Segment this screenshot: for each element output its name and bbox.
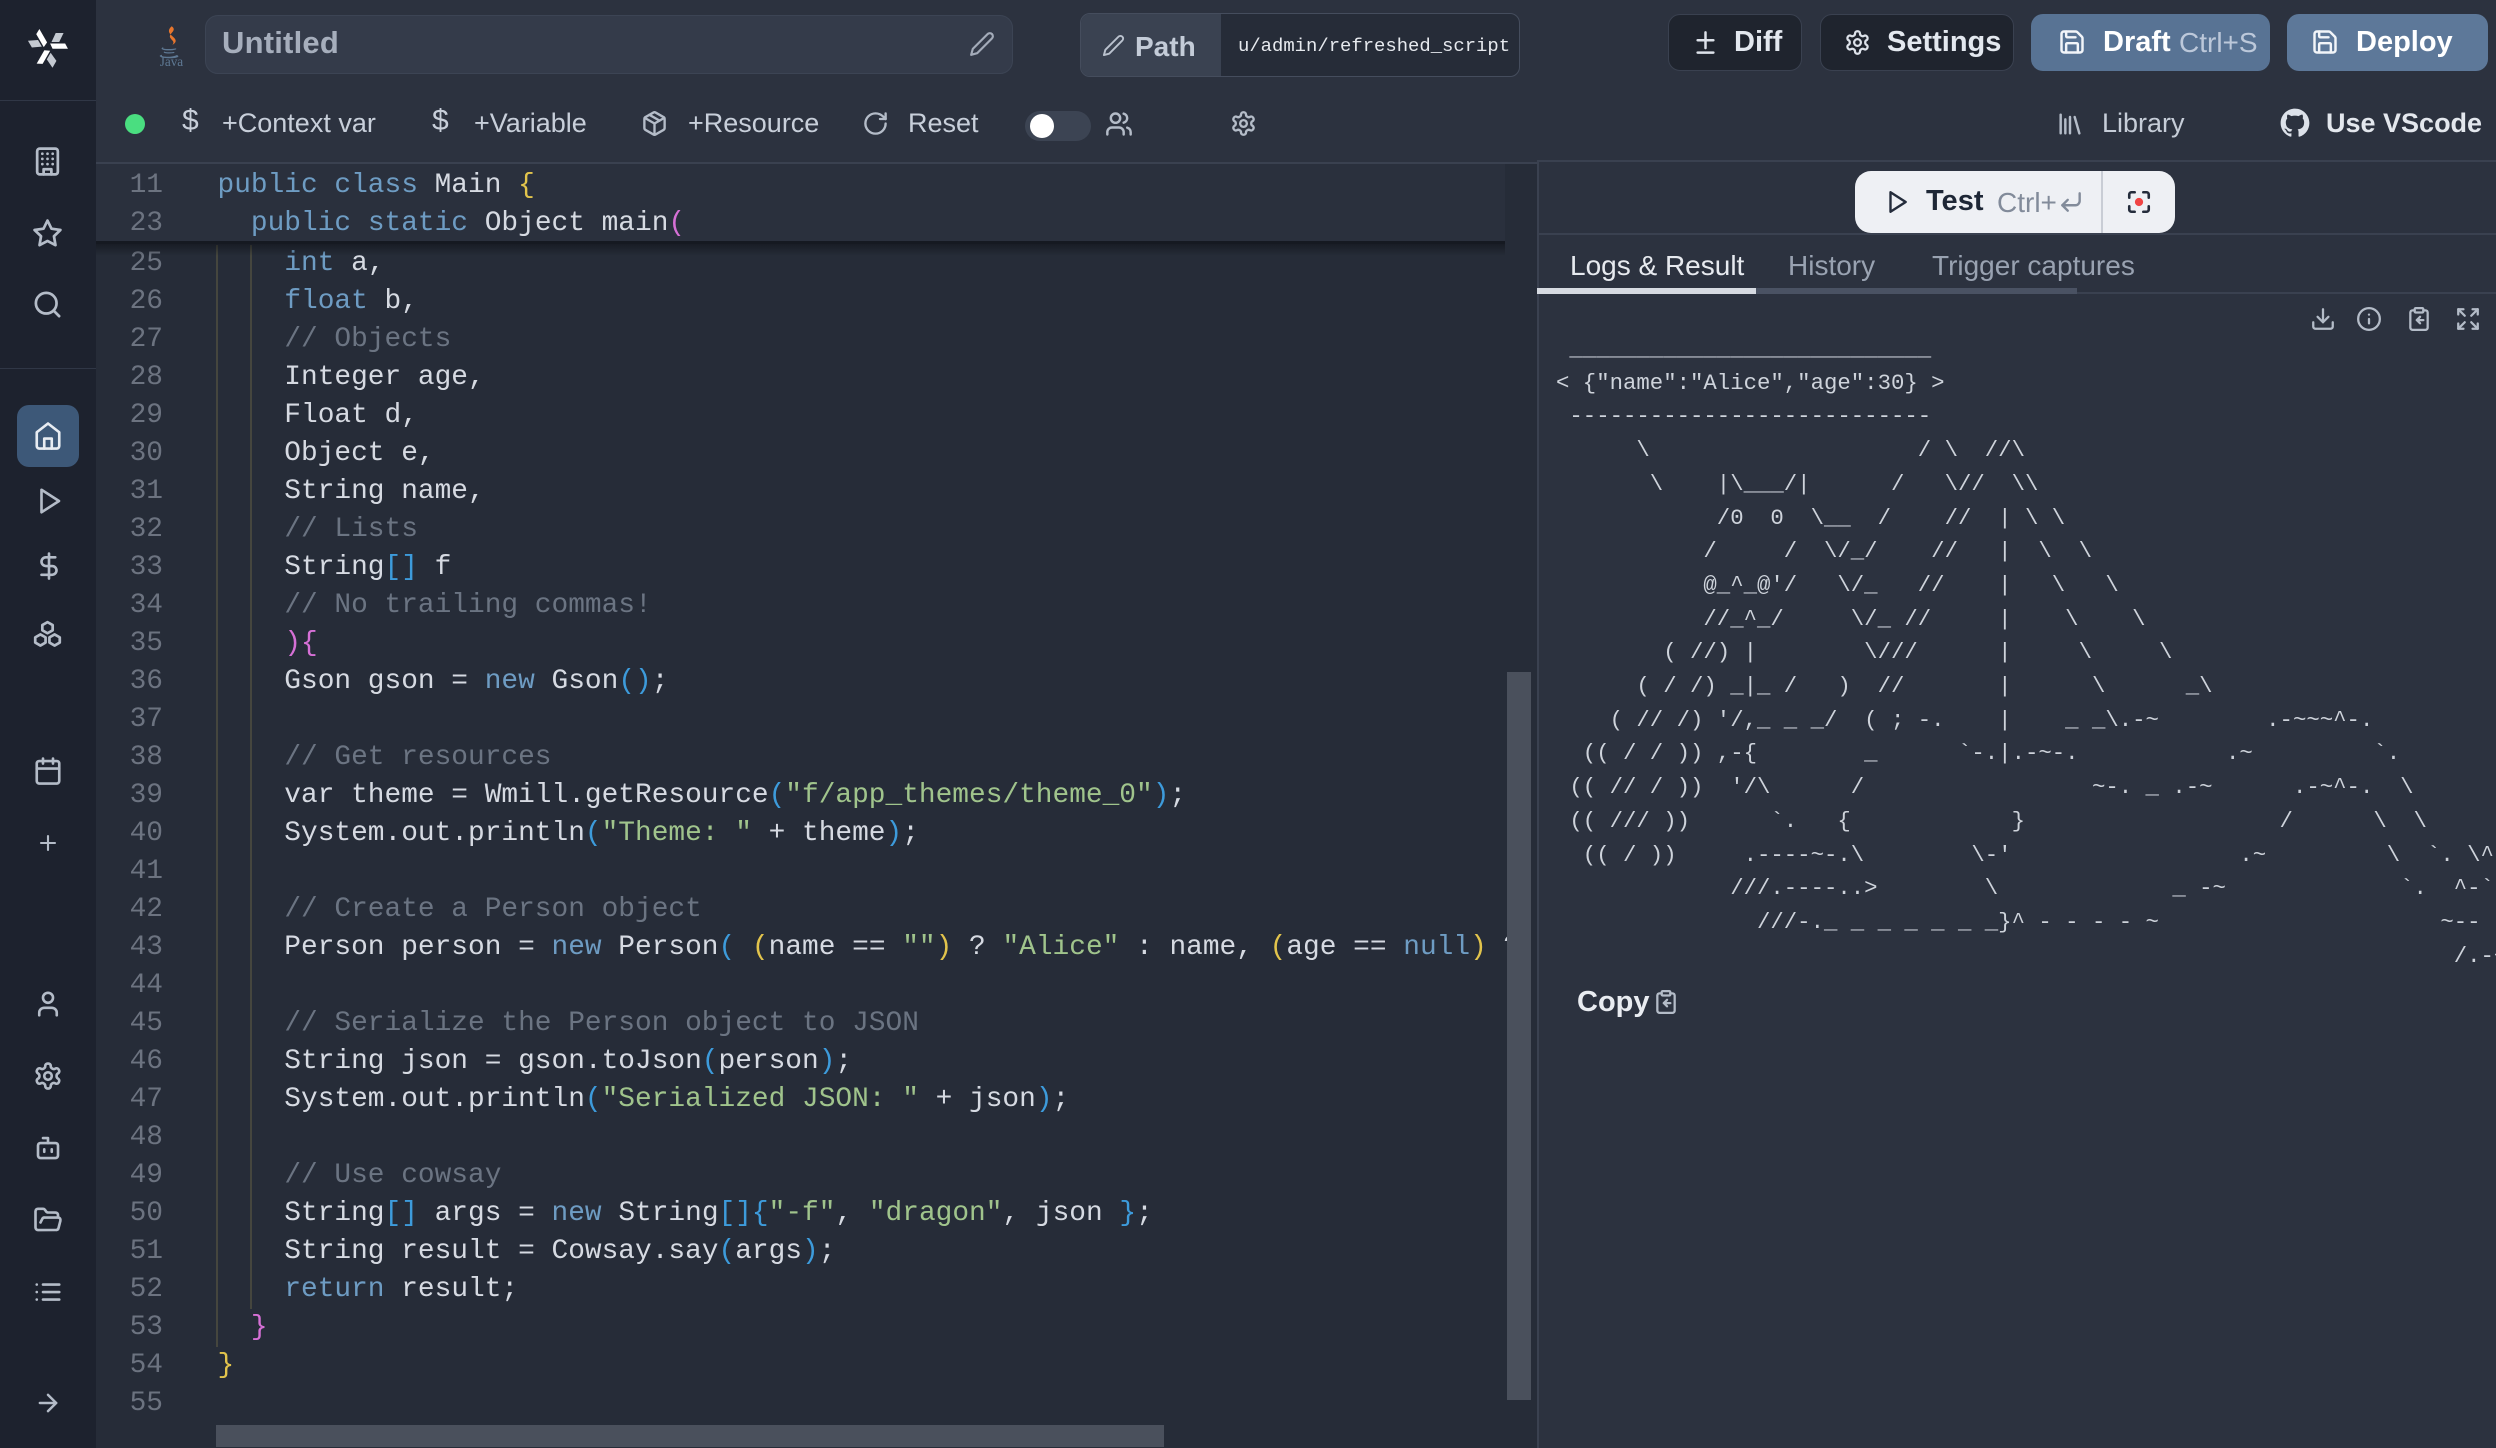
svg-text:Java: Java (160, 54, 184, 69)
